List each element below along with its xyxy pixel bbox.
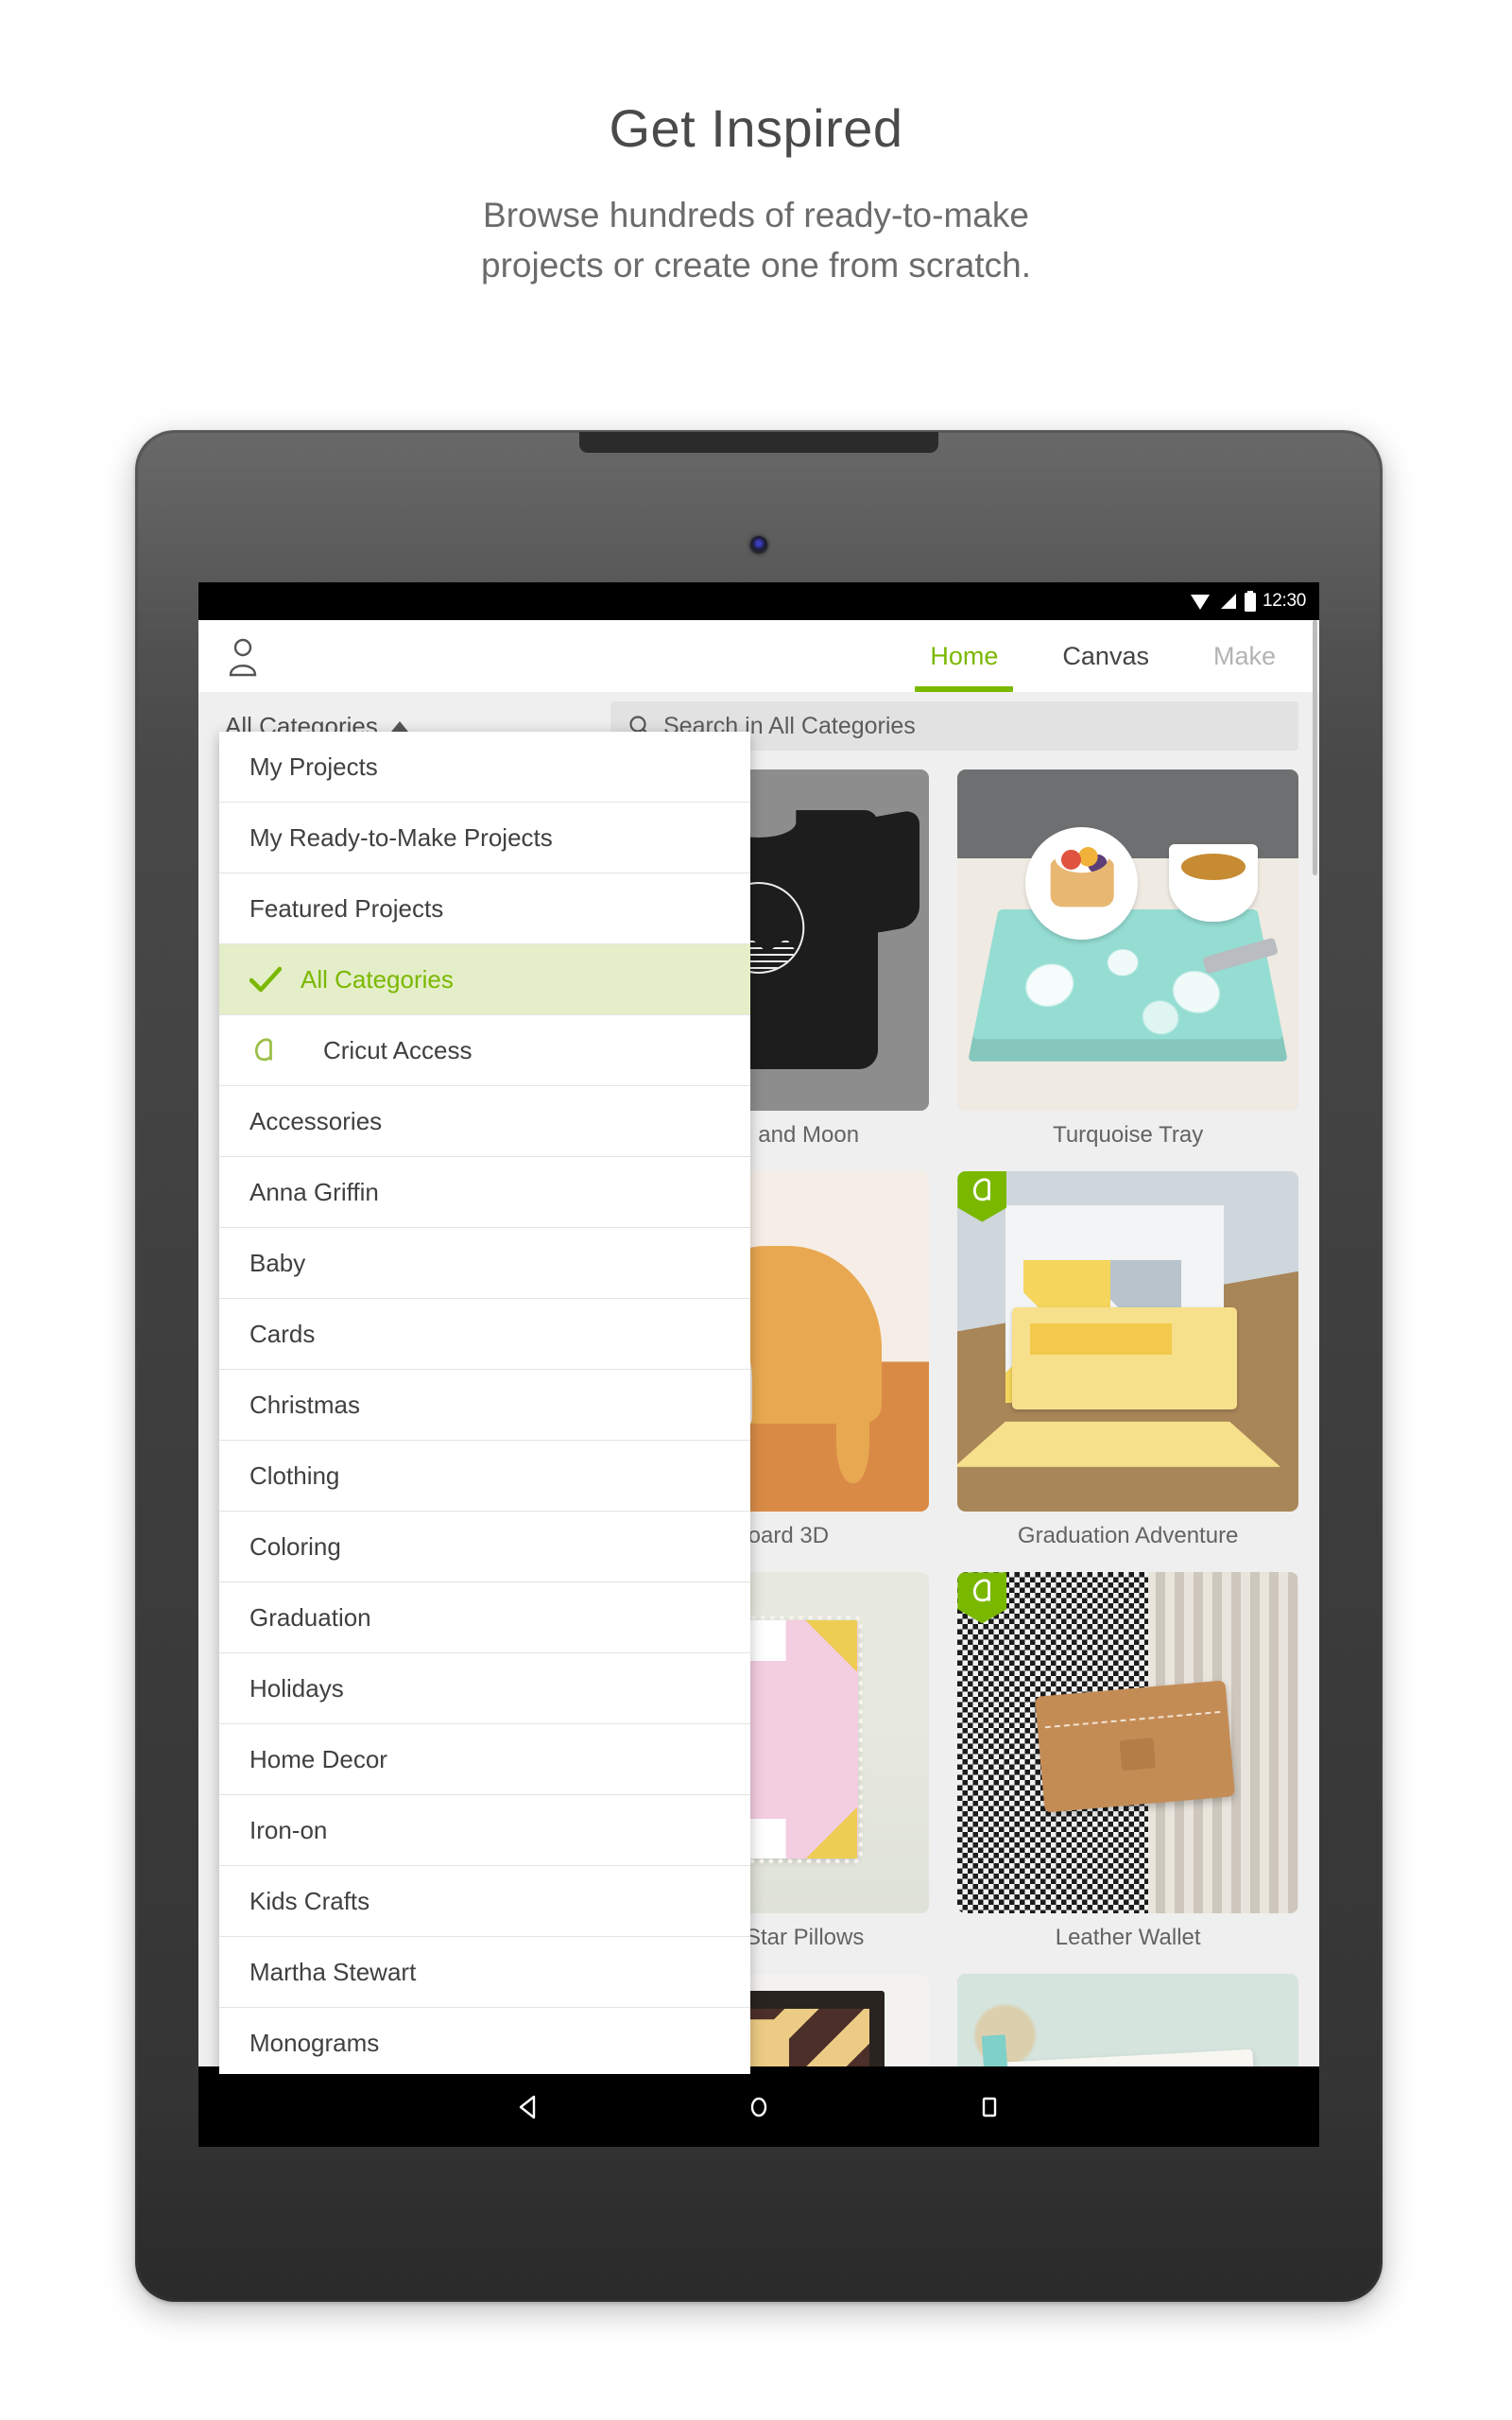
app-top-bar: Home Canvas Make <box>198 620 1319 692</box>
dropdown-item-label: Martha Stewart <box>249 1957 417 1986</box>
wifi-icon <box>1190 595 1210 610</box>
check-icon <box>249 966 282 993</box>
android-status-bar: 12:30 <box>198 582 1319 620</box>
android-navigation-bar <box>198 2066 1319 2147</box>
cricut-access-icon <box>973 1579 991 1602</box>
cricut-access-icon-wrap <box>249 1036 301 1064</box>
dropdown-item-label: My Projects <box>249 752 378 781</box>
check-icon-wrap <box>249 965 301 994</box>
dropdown-item-label: All Categories <box>301 964 454 994</box>
project-card-label: Turquoise Tray <box>1053 1121 1204 1148</box>
dropdown-item-label: My Ready-to-Make Projects <box>249 822 553 852</box>
dropdown-item-label: Monograms <box>249 2028 380 2057</box>
dropdown-item-label: Graduation <box>249 1602 371 1632</box>
dropdown-item-label: Baby <box>249 1248 306 1277</box>
tablet-screen: 12:30 Home Canvas Make All Categories Se… <box>198 582 1319 2147</box>
dropdown-item-all-categories[interactable]: All Categories <box>219 944 750 1015</box>
dropdown-item-label: Featured Projects <box>249 893 444 923</box>
battery-icon <box>1244 591 1256 612</box>
project-thumbnail[interactable] <box>957 1974 1298 2066</box>
category-dropdown-menu[interactable]: My Projects My Ready-to-Make Projects Feat… <box>219 732 750 2074</box>
signal-icon <box>1220 594 1236 609</box>
project-card[interactable]: Leather Wallet <box>957 1572 1298 1951</box>
tablet-device-mockup: 12:30 Home Canvas Make All Categories Se… <box>0 430 1512 2302</box>
dropdown-item-label: Clothing <box>249 1461 340 1490</box>
cricut-design-space-app: Home Canvas Make All Categories Search i… <box>198 620 1319 2074</box>
project-thumbnail[interactable] <box>957 1170 1298 1512</box>
bottom-bezel-accent <box>617 2284 901 2295</box>
tab-canvas[interactable]: Canvas <box>1030 620 1181 692</box>
dropdown-item-label: Accessories <box>249 1106 383 1135</box>
recents-square-icon[interactable] <box>977 2094 1002 2120</box>
project-thumbnail[interactable] <box>957 1572 1298 1913</box>
dropdown-scrollbar[interactable] <box>1313 620 1317 875</box>
dropdown-item-label: Holidays <box>249 1673 344 1703</box>
dropdown-item-anna-griffin[interactable]: Anna Griffin <box>219 1157 750 1228</box>
dropdown-item-martha-stewart[interactable]: Martha Stewart <box>219 1937 750 2008</box>
dropdown-item-label: Cards <box>249 1319 316 1348</box>
cricut-access-icon <box>254 1038 272 1062</box>
project-card[interactable]: Turquoise Tray <box>957 769 1298 1149</box>
page-title: Get Inspired <box>609 98 903 158</box>
dropdown-item-cricut-access[interactable]: Cricut Access <box>219 1015 750 1086</box>
dropdown-item-accessories[interactable]: Accessories <box>219 1086 750 1157</box>
cricut-access-icon <box>973 1178 991 1201</box>
promo-subtitle-line-1: Browse hundreds of ready-to-make <box>483 195 1029 234</box>
tab-home[interactable]: Home <box>898 620 1030 692</box>
dropdown-item-baby[interactable]: Baby <box>219 1228 750 1299</box>
caret-up-icon <box>390 720 408 732</box>
dropdown-item-label: Cricut Access <box>323 1035 472 1064</box>
dropdown-item-featured-projects[interactable]: Featured Projects <box>219 873 750 944</box>
dropdown-item-graduation[interactable]: Graduation <box>219 1582 750 1653</box>
front-camera-icon <box>749 536 768 554</box>
back-triangle-icon[interactable] <box>516 2094 541 2120</box>
dropdown-item-cards[interactable]: Cards <box>219 1299 750 1370</box>
tab-make[interactable]: Make <box>1181 620 1319 692</box>
dropdown-item-my-projects[interactable]: My Projects <box>219 732 750 803</box>
dropdown-item-label: Christmas <box>249 1390 361 1419</box>
account-avatar-icon[interactable] <box>221 634 265 678</box>
project-thumbnail[interactable] <box>957 769 1298 1111</box>
promo-subtitle: Browse hundreds of ready-to-make project… <box>0 190 1512 291</box>
dropdown-item-coloring[interactable]: Coloring <box>219 1512 750 1582</box>
dropdown-item-label: Anna Griffin <box>249 1177 379 1206</box>
dropdown-item-label: Iron-on <box>249 1815 328 1844</box>
dropdown-item-christmas[interactable]: Christmas <box>219 1370 750 1441</box>
project-card-label: Graduation Adventure <box>1017 1523 1239 1549</box>
dropdown-item-label: Coloring <box>249 1531 341 1561</box>
home-circle-icon[interactable] <box>747 2094 771 2120</box>
main-tab-bar: Home Canvas Make <box>898 620 1319 692</box>
dropdown-item-label: Kids Crafts <box>249 1886 370 1915</box>
project-card[interactable]: Mermaid Pencil Pouch <box>957 1974 1298 2066</box>
project-card-label: Leather Wallet <box>1055 1925 1201 1950</box>
speaker-grille-icon <box>579 432 938 453</box>
dropdown-item-my-ready-to-make-projects[interactable]: My Ready-to-Make Projects <box>219 803 750 873</box>
dropdown-item-clothing[interactable]: Clothing <box>219 1441 750 1512</box>
dropdown-item-holidays[interactable]: Holidays <box>219 1653 750 1724</box>
tablet-body: 12:30 Home Canvas Make All Categories Se… <box>135 430 1383 2302</box>
dropdown-item-label: Home Decor <box>249 1744 387 1773</box>
promo-header: Get Inspired Browse hundreds of ready-to… <box>0 0 1512 291</box>
promo-subtitle-line-2: projects or create one from scratch. <box>481 246 1031 285</box>
status-bar-clock: 12:30 <box>1262 591 1306 611</box>
dropdown-item-kids-crafts[interactable]: Kids Crafts <box>219 1866 750 1937</box>
dropdown-item-iron-on[interactable]: Iron-on <box>219 1795 750 1866</box>
dropdown-item-home-decor[interactable]: Home Decor <box>219 1724 750 1795</box>
dropdown-item-monograms[interactable]: Monograms <box>219 2008 750 2074</box>
project-card[interactable]: Graduation Adventure <box>957 1170 1298 1550</box>
